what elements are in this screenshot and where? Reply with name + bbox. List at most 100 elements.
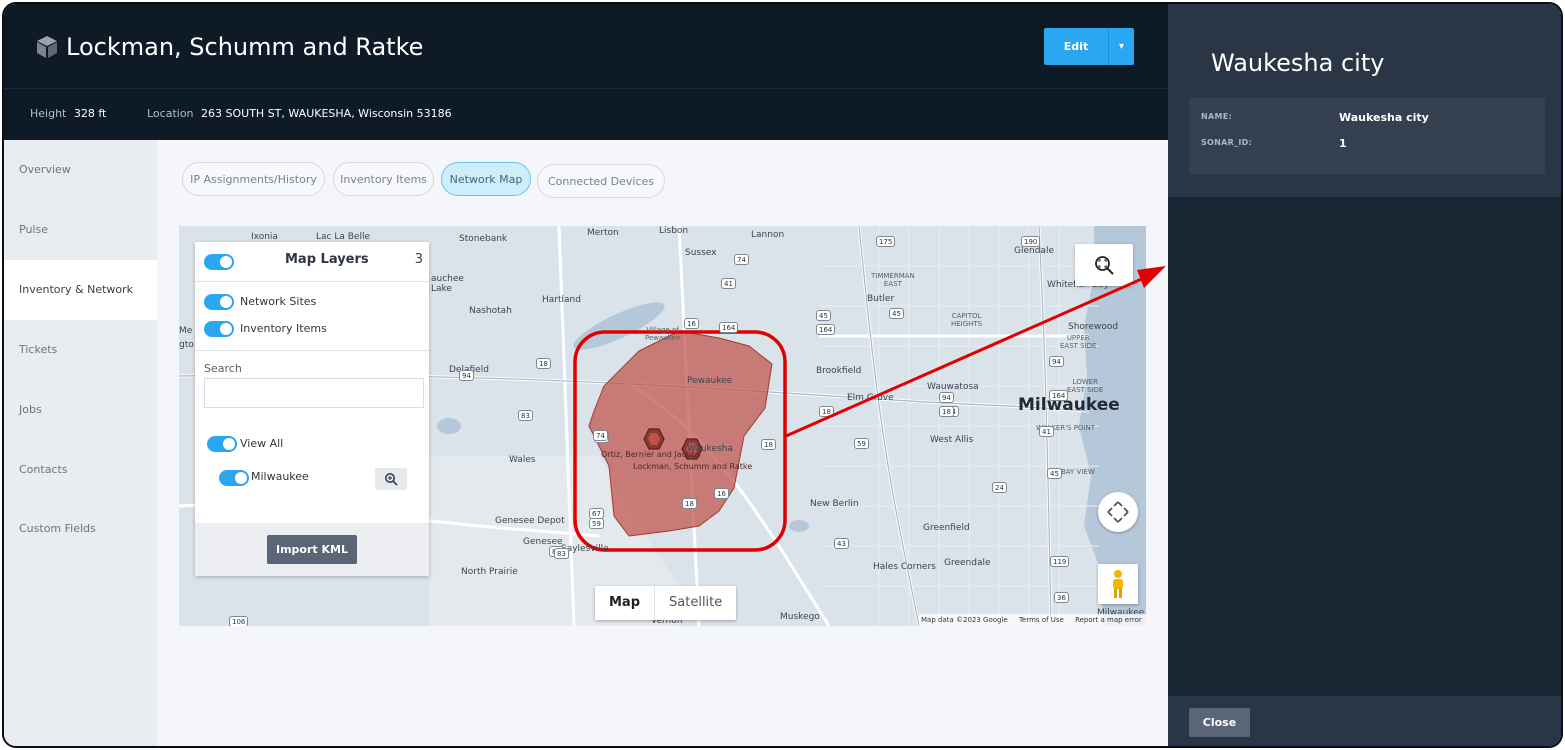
layers-panel-footer: Import KML [195, 523, 429, 576]
map-type-map-button[interactable]: Map [595, 586, 654, 620]
sidebar-item-pulse[interactable]: Pulse [4, 200, 157, 260]
map-data-text: Map data ©2023 Google [921, 616, 1008, 624]
sonar-id-value: 1 [1339, 137, 1347, 150]
inventory-items-label: Inventory Items [240, 322, 327, 335]
report-error-link[interactable]: Report a map error [1075, 616, 1142, 624]
name-value: Waukesha city [1339, 111, 1429, 124]
place-label: TIMMERMAN EAST [871, 272, 915, 288]
highway-shield: 67 [589, 508, 604, 519]
place-label: CAPITOL HEIGHTS [951, 312, 983, 328]
place-label: Lake [431, 284, 452, 294]
height-detail: Height 328 ft [30, 107, 106, 120]
place-label: Genesee Depot [495, 516, 565, 526]
site-details-bar: Height 328 ft Location 263 SOUTH ST, WAU… [4, 88, 1168, 140]
edit-button[interactable]: Edit ▾ [1044, 28, 1134, 65]
tab-ip-assignments[interactable]: IP Assignments/History [182, 162, 325, 196]
highway-shield: 16 [684, 318, 699, 329]
place-label: Wales [509, 455, 536, 465]
place-label: Village of Pewaukee [645, 326, 681, 342]
tab-inventory-items[interactable]: Inventory Items [333, 162, 434, 196]
location-label: Location [147, 107, 194, 120]
place-label: Pewaukee [687, 376, 733, 386]
highway-shield: 45 [816, 310, 831, 321]
sidebar-item-jobs[interactable]: Jobs [4, 380, 157, 440]
detail-panel-header: Waukesha city NAME: Waukesha city SONAR_… [1168, 4, 1561, 197]
highway-shield: 83 [554, 548, 569, 559]
app-frame: Lockman, Schumm and Ratke Edit ▾ Height … [2, 2, 1563, 748]
zoom-extent-button[interactable] [1075, 244, 1133, 286]
sonar-id-key: SONAR_ID: [1201, 138, 1253, 147]
inventory-items-toggle[interactable] [204, 321, 234, 337]
pan-arrows-icon [1107, 501, 1129, 523]
highway-shield: 94 [939, 392, 954, 403]
sidebar-item-inventory-network[interactable]: Inventory & Network [4, 260, 157, 320]
sidebar-item-contacts[interactable]: Contacts [4, 440, 157, 500]
highway-shield: 18 [939, 406, 954, 417]
highway-shield: 74 [734, 254, 749, 265]
place-label: Hales Corners [873, 562, 936, 572]
detail-panel: Waukesha city NAME: Waukesha city SONAR_… [1168, 4, 1561, 746]
highway-shield: 190 [1021, 236, 1041, 247]
place-label: Sussex [685, 248, 717, 258]
place-label: Me [179, 326, 193, 336]
place-label: West Allis [930, 435, 974, 445]
highway-shield: 18 [761, 439, 776, 450]
view-all-label: View All [240, 437, 284, 450]
detail-panel-footer: Close [1168, 696, 1561, 746]
highway-shield: 164 [1049, 390, 1069, 401]
place-label: Lac La Belle [316, 232, 370, 242]
chevron-down-icon[interactable]: ▾ [1109, 41, 1134, 52]
terms-link[interactable]: Terms of Use [1019, 616, 1064, 624]
highway-shield: 18 [536, 358, 551, 369]
network-map[interactable]: Ixonia Lac La Belle Stonebank Merton Lis… [179, 226, 1146, 626]
place-label: Greendale [944, 558, 991, 568]
close-button[interactable]: Close [1189, 708, 1250, 737]
place-label: Brookfield [816, 366, 862, 376]
height-value: 328 ft [73, 107, 107, 120]
place-label: Milwaukee [1018, 395, 1120, 415]
place-label: New Berlin [810, 499, 859, 509]
map-layers-title: Map Layers [285, 252, 369, 267]
place-label: Stonebank [459, 234, 508, 244]
highway-shield: 18 [682, 498, 697, 509]
sidebar-item-tickets[interactable]: Tickets [4, 320, 157, 380]
highway-shield: 119 [1050, 556, 1070, 567]
map-layers-toggle[interactable] [204, 254, 234, 270]
place-label: Hartland [542, 295, 581, 305]
site-label-lockman: Lockman, Schumm and Ratke [633, 462, 753, 471]
highway-shield: 41 [1039, 426, 1054, 437]
highway-shield: 45 [889, 308, 904, 319]
highway-shield: 164 [816, 324, 836, 335]
pan-control[interactable] [1098, 492, 1138, 532]
place-label: Glendale [1014, 246, 1054, 256]
highway-shield: 106 [229, 616, 249, 626]
sidebar: Overview Pulse Inventory & Network Ticke… [4, 140, 157, 746]
zoom-to-layer-button[interactable] [375, 468, 407, 490]
place-label: Muskego [780, 612, 820, 622]
place-label: Merton [587, 228, 619, 238]
highway-shield: 41 [721, 278, 736, 289]
import-kml-button[interactable]: Import KML [267, 535, 357, 564]
street-view-button[interactable] [1098, 564, 1138, 604]
highway-shield: 74 [593, 430, 608, 441]
view-all-toggle[interactable] [207, 436, 237, 452]
place-label: Butler [867, 294, 895, 304]
height-label: Height [30, 107, 67, 120]
place-label: Greenfield [923, 523, 970, 533]
sidebar-item-overview[interactable]: Overview [4, 140, 157, 200]
place-label: UPPER EAST SIDE [1060, 334, 1097, 350]
map-attribution: Map data ©2023 Google Terms of Use Repor… [919, 614, 1146, 626]
divider [195, 281, 429, 282]
site-header: Lockman, Schumm and Ratke Edit ▾ [4, 4, 1168, 88]
tab-connected-devices[interactable]: Connected Devices [537, 164, 665, 198]
sidebar-item-custom-fields[interactable]: Custom Fields [4, 499, 157, 559]
map-type-satellite-button[interactable]: Satellite [654, 586, 736, 620]
network-sites-toggle[interactable] [204, 294, 234, 310]
search-input[interactable] [204, 378, 424, 408]
edit-button-label: Edit [1063, 40, 1089, 53]
place-label: North Prairie [461, 567, 518, 577]
zoom-in-icon [385, 473, 398, 486]
tab-network-map[interactable]: Network Map [441, 162, 531, 196]
milwaukee-layer-toggle[interactable] [219, 470, 249, 486]
network-site-marker[interactable] [643, 428, 665, 450]
